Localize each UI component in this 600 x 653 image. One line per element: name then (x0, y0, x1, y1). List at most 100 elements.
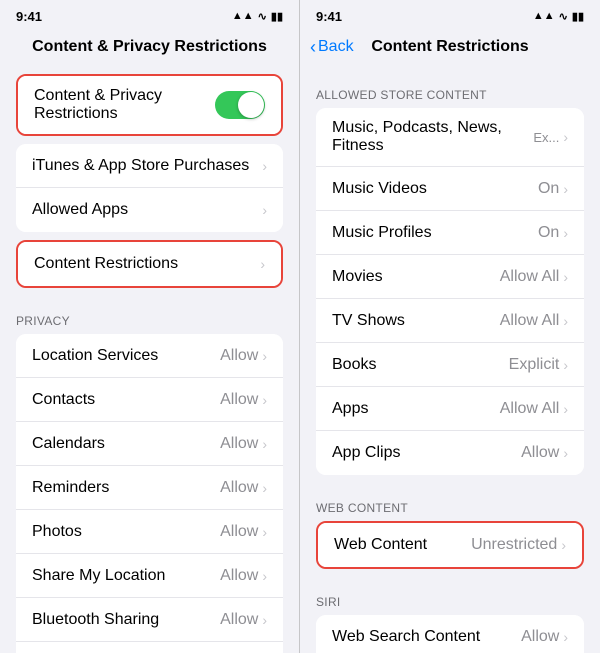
music-videos-value: On (538, 180, 559, 198)
wifi-icon-right: ∿ (559, 10, 568, 23)
store-section-header: ALLOWED STORE CONTENT (300, 70, 600, 108)
books-label: Books (332, 356, 509, 374)
content-restrictions-chevron: › (260, 256, 265, 272)
reminders-value: Allow (220, 479, 258, 497)
share-location-chevron: › (262, 568, 267, 584)
apps-row[interactable]: Apps Allow All › (316, 387, 584, 431)
bluetooth-chevron: › (262, 612, 267, 628)
battery-icon-right: ▮▮ (572, 10, 584, 23)
music-profiles-chevron: › (563, 225, 568, 241)
apps-label: Apps (332, 400, 500, 418)
battery-icon: ▮▮ (271, 10, 283, 23)
siri-group: Web Search Content Allow › Explicit Lang… (316, 615, 584, 653)
share-location-value: Allow (220, 567, 258, 585)
app-clips-label: App Clips (332, 444, 521, 462)
web-content-chevron: › (561, 537, 566, 553)
bluetooth-row[interactable]: Bluetooth Sharing Allow › (16, 598, 283, 642)
signal-icon-right: ▲▲ (533, 10, 555, 22)
location-value: Allow (220, 347, 258, 365)
tv-shows-chevron: › (563, 313, 568, 329)
reminders-label: Reminders (32, 479, 220, 497)
photos-chevron: › (262, 524, 267, 540)
back-button[interactable]: ‹ Back (310, 38, 354, 56)
siri-section-header: SIRI (300, 577, 600, 615)
privacy-toggle[interactable] (215, 91, 265, 119)
tv-shows-row[interactable]: TV Shows Allow All › (316, 299, 584, 343)
location-services-row[interactable]: Location Services Allow › (16, 334, 283, 378)
movies-label: Movies (332, 268, 500, 286)
music-podcasts-label: Music, Podcasts, News, Fitness (332, 119, 533, 155)
share-location-label: Share My Location (32, 567, 220, 585)
music-profiles-row[interactable]: Music Profiles On › (316, 211, 584, 255)
reminders-row[interactable]: Reminders Allow › (16, 466, 283, 510)
right-panel: 9:41 ▲▲ ∿ ▮▮ ‹ Back Content Restrictions… (300, 0, 600, 653)
calendars-chevron: › (262, 436, 267, 452)
web-content-value: Unrestricted (471, 536, 557, 554)
photos-value: Allow (220, 523, 258, 541)
microphone-row[interactable]: Microphone Allow › (16, 642, 283, 653)
privacy-restrictions-row[interactable]: Content & Privacy Restrictions (18, 76, 281, 134)
web-content-header: WEB CONTENT (300, 483, 600, 521)
back-label: Back (318, 38, 354, 56)
movies-chevron: › (563, 269, 568, 285)
share-location-row[interactable]: Share My Location Allow › (16, 554, 283, 598)
contacts-value: Allow (220, 391, 258, 409)
privacy-section-header: PRIVACY (0, 296, 299, 334)
web-content-row[interactable]: Web Content Unrestricted › (318, 523, 582, 567)
books-row[interactable]: Books Explicit › (316, 343, 584, 387)
status-bar-left: 9:41 ▲▲ ∿ ▮▮ (0, 0, 299, 28)
signal-icon: ▲▲ (232, 10, 254, 22)
left-panel: 9:41 ▲▲ ∿ ▮▮ Content & Privacy Restricti… (0, 0, 300, 653)
contacts-row[interactable]: Contacts Allow › (16, 378, 283, 422)
status-icons-right: ▲▲ ∿ ▮▮ (533, 10, 584, 23)
calendars-label: Calendars (32, 435, 220, 453)
web-search-row[interactable]: Web Search Content Allow › (316, 615, 584, 653)
itunes-label: iTunes & App Store Purchases (32, 157, 262, 175)
content-restrictions-row[interactable]: Content Restrictions › (18, 242, 281, 286)
bluetooth-value: Allow (220, 611, 258, 629)
calendars-row[interactable]: Calendars Allow › (16, 422, 283, 466)
location-chevron: › (262, 348, 267, 364)
itunes-row[interactable]: iTunes & App Store Purchases › (16, 144, 283, 188)
music-profiles-label: Music Profiles (332, 224, 538, 242)
photos-label: Photos (32, 523, 220, 541)
nav-title-right: Content Restrictions (371, 38, 528, 56)
music-videos-label: Music Videos (332, 180, 538, 198)
allowed-apps-chevron: › (262, 202, 267, 218)
nav-bar-right: ‹ Back Content Restrictions (300, 28, 600, 70)
status-bar-right: 9:41 ▲▲ ∿ ▮▮ (300, 0, 600, 28)
status-time-left: 9:41 (16, 9, 42, 24)
app-clips-value: Allow (521, 444, 559, 462)
wifi-icon: ∿ (258, 10, 267, 23)
app-clips-chevron: › (563, 445, 568, 461)
back-chevron-icon: ‹ (310, 38, 316, 56)
music-videos-chevron: › (563, 181, 568, 197)
allowed-apps-label: Allowed Apps (32, 201, 262, 219)
music-profiles-value: On (538, 224, 559, 242)
music-videos-row[interactable]: Music Videos On › (316, 167, 584, 211)
tv-shows-label: TV Shows (332, 312, 500, 330)
status-icons-left: ▲▲ ∿ ▮▮ (232, 10, 283, 23)
web-search-label: Web Search Content (332, 628, 521, 646)
itunes-group: iTunes & App Store Purchases › Allowed A… (16, 144, 283, 232)
app-clips-row[interactable]: App Clips Allow › (316, 431, 584, 475)
left-scroll[interactable]: Content & Privacy Restrictions iTunes & … (0, 70, 299, 653)
web-search-chevron: › (563, 629, 568, 645)
books-value: Explicit (509, 356, 560, 374)
photos-row[interactable]: Photos Allow › (16, 510, 283, 554)
privacy-restrictions-group: Content & Privacy Restrictions (16, 74, 283, 136)
reminders-chevron: › (262, 480, 267, 496)
right-scroll[interactable]: ALLOWED STORE CONTENT Music, Podcasts, N… (300, 70, 600, 653)
nav-title-left: Content & Privacy Restrictions (32, 38, 267, 56)
privacy-restrictions-label: Content & Privacy Restrictions (34, 87, 215, 123)
contacts-chevron: › (262, 392, 267, 408)
apps-chevron: › (563, 401, 568, 417)
music-podcasts-row[interactable]: Music, Podcasts, News, Fitness Ex... › (316, 108, 584, 167)
movies-row[interactable]: Movies Allow All › (316, 255, 584, 299)
calendars-value: Allow (220, 435, 258, 453)
toggle-knob (238, 92, 264, 118)
allowed-apps-row[interactable]: Allowed Apps › (16, 188, 283, 232)
content-restrictions-label: Content Restrictions (34, 255, 260, 273)
books-chevron: › (563, 357, 568, 373)
content-restrictions-group: Content Restrictions › (16, 240, 283, 288)
